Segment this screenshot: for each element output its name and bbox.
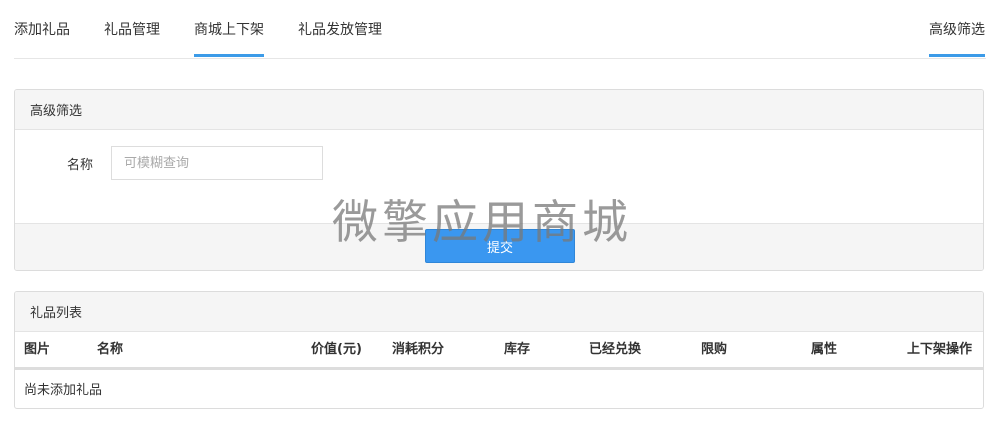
tab-bar: 添加礼品 礼品管理 商城上下架 礼品发放管理 高级筛选 xyxy=(14,0,986,59)
submit-button[interactable]: 提交 xyxy=(425,229,575,263)
name-label: 名称 xyxy=(67,158,94,173)
filter-panel: 高级筛选 名称 提交 xyxy=(14,89,984,271)
column-header-name: 名称 xyxy=(97,342,124,357)
column-header-image: 图片 xyxy=(24,342,51,357)
column-header-redeemed: 已经兑换 xyxy=(589,342,642,357)
column-header-attributes: 属性 xyxy=(811,342,838,357)
page: 添加礼品 礼品管理 商城上下架 礼品发放管理 高级筛选 高级筛选 名称 提交 微… xyxy=(0,0,1001,439)
empty-list-message: 尚未添加礼品 xyxy=(24,382,103,398)
gift-list-title: 礼品列表 xyxy=(15,292,983,332)
tab-gift-distribution[interactable]: 礼品发放管理 xyxy=(298,0,382,57)
tab-add-gift[interactable]: 添加礼品 xyxy=(14,0,70,57)
filter-footer: 提交 xyxy=(15,223,983,270)
tab-advanced-filter[interactable]: 高级筛选 xyxy=(929,0,985,57)
column-header-shelf-action: 上下架操作 xyxy=(907,342,973,357)
filter-panel-title: 高级筛选 xyxy=(15,90,983,130)
tab-mall-shelf[interactable]: 商城上下架 xyxy=(194,0,264,57)
column-header-points: 消耗积分 xyxy=(392,342,445,357)
column-header-limit: 限购 xyxy=(701,342,728,357)
table-header: 图片 名称 价值(元) 消耗积分 库存 已经兑换 限购 属性 上下架操作 xyxy=(15,332,983,370)
column-header-value: 价值(元) xyxy=(311,342,362,357)
name-search-input[interactable] xyxy=(111,146,323,180)
tab-gift-management[interactable]: 礼品管理 xyxy=(104,0,160,57)
column-header-stock: 库存 xyxy=(504,342,531,357)
filter-body: 名称 xyxy=(15,130,983,225)
gift-list-panel: 礼品列表 图片 名称 价值(元) 消耗积分 库存 已经兑换 限购 属性 上下架操… xyxy=(14,291,984,409)
